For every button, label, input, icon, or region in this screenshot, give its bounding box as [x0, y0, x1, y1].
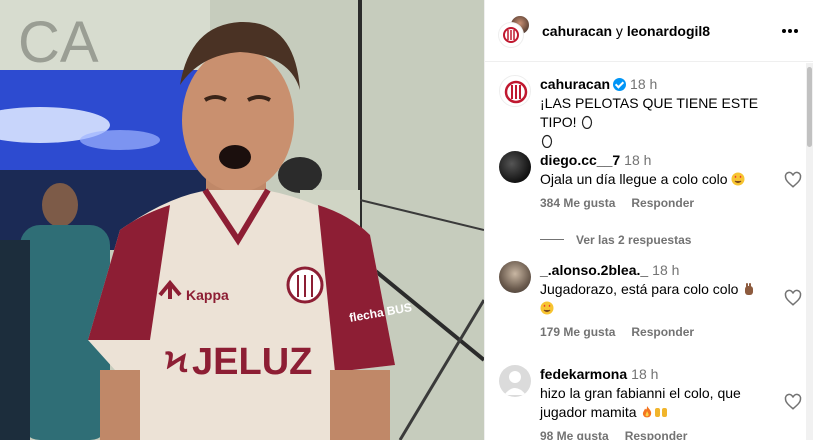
- avatar[interactable]: [499, 151, 531, 183]
- comments-list[interactable]: cahuracan 18 h ¡LAS PELOTAS QUE TIENE EST…: [485, 63, 807, 440]
- comment-time[interactable]: 18 h: [631, 366, 658, 382]
- reply-button[interactable]: Responder: [631, 325, 694, 339]
- comment-likes[interactable]: 179 Me gusta: [540, 325, 615, 339]
- comment-body: fedekarmona 18 h hizo la gran fabianni el…: [540, 365, 772, 422]
- comment-body: _.alonso.2blea._ 18 h Jugadorazo, está pa…: [540, 261, 772, 318]
- heart-icon[interactable]: [784, 171, 802, 189]
- comment-text: hizo la gran fabianni el colo, que jugad…: [540, 384, 772, 422]
- comment-meta: 384 Me gusta Responder: [540, 196, 694, 210]
- verified-badge-icon: [613, 78, 627, 91]
- caption-text: ¡LAS PELOTAS QUE TIENE ESTE TIPO!: [540, 94, 772, 151]
- comment-username[interactable]: _.alonso.2blea._: [540, 262, 648, 278]
- reply-button[interactable]: Responder: [625, 429, 688, 440]
- view-replies-button[interactable]: Ver las 2 respuestas: [540, 233, 691, 247]
- comment-username[interactable]: diego.cc__7: [540, 152, 620, 168]
- avatar-cahuracan[interactable]: [499, 23, 523, 47]
- club-crest-icon: [504, 80, 528, 104]
- comment-body: diego.cc__7 18 h Ojala un día llegue a co…: [540, 151, 772, 189]
- heart-icon[interactable]: [784, 393, 802, 411]
- comment-likes[interactable]: 384 Me gusta: [540, 196, 615, 210]
- scrollbar-thumb[interactable]: [807, 67, 812, 147]
- caption-username[interactable]: cahuracan: [540, 76, 610, 92]
- heart-icon[interactable]: [784, 289, 802, 307]
- comment-text: Jugadorazo, está para colo colo: [540, 280, 772, 318]
- post-photo[interactable]: Kappa Ϟ JELUZ flecha BUS CA: [0, 0, 484, 440]
- background-sign-text: CA: [18, 10, 99, 75]
- fire-emoji-icon: [643, 406, 652, 418]
- default-avatar-icon: [504, 371, 526, 395]
- comment-text: Ojala un día llegue a colo colo: [540, 170, 772, 189]
- star-struck-emoji-icon: [731, 172, 745, 186]
- player-photo-illustration: Kappa Ϟ JELUZ flecha BUS CA: [0, 0, 484, 440]
- egg-emoji-icon: [582, 115, 593, 129]
- brand-text: Kappa: [186, 287, 229, 303]
- comment-time[interactable]: 18 h: [624, 152, 651, 168]
- author-joiner: y: [612, 23, 627, 39]
- comment-time[interactable]: 18 h: [652, 262, 679, 278]
- author-link-cahuracan[interactable]: cahuracan: [542, 23, 612, 39]
- post-header: cahuracan y leonardogil8: [485, 0, 813, 62]
- comment-meta: 179 Me gusta Responder: [540, 325, 694, 339]
- more-options-icon[interactable]: [780, 24, 800, 38]
- comment-text-content: Ojala un día llegue a colo colo: [540, 171, 732, 187]
- comments-scrollbar[interactable]: [806, 63, 813, 440]
- collab-avatars[interactable]: [499, 14, 533, 48]
- post-author-line: cahuracan y leonardogil8: [542, 22, 710, 40]
- reply-button[interactable]: Responder: [631, 196, 694, 210]
- view-replies-label: Ver las 2 respuestas: [576, 233, 692, 247]
- caption-body: cahuracan 18 h ¡LAS PELOTAS QUE TIENE EST…: [540, 75, 772, 151]
- comment-username[interactable]: fedekarmona: [540, 366, 627, 382]
- comment-likes[interactable]: 98 Me gusta: [540, 429, 609, 440]
- raised-hands-emoji-icon: [655, 408, 668, 417]
- egg-emoji-icon: [541, 134, 553, 148]
- sponsor-mark: Ϟ: [165, 346, 188, 379]
- comment-meta: 98 Me gusta Responder: [540, 429, 687, 440]
- hand-emoji-icon: [745, 283, 754, 295]
- caption-time[interactable]: 18 h: [630, 76, 657, 92]
- author-link-leonardogil8[interactable]: leonardogil8: [627, 23, 710, 39]
- club-crest-icon: [503, 27, 519, 43]
- avatar[interactable]: [499, 75, 531, 107]
- star-struck-emoji-icon: [540, 301, 554, 315]
- caption-text-content: ¡LAS PELOTAS QUE TIENE ESTE TIPO!: [540, 95, 759, 130]
- avatar[interactable]: [499, 365, 531, 397]
- post-side-panel: cahuracan y leonardogil8 cahuracan 18 h ¡…: [484, 0, 813, 440]
- avatar[interactable]: [499, 261, 531, 293]
- comment-text-content: Jugadorazo, está para colo colo: [540, 281, 743, 297]
- replies-divider: [540, 239, 564, 240]
- sponsor-text: JELUZ: [192, 341, 312, 383]
